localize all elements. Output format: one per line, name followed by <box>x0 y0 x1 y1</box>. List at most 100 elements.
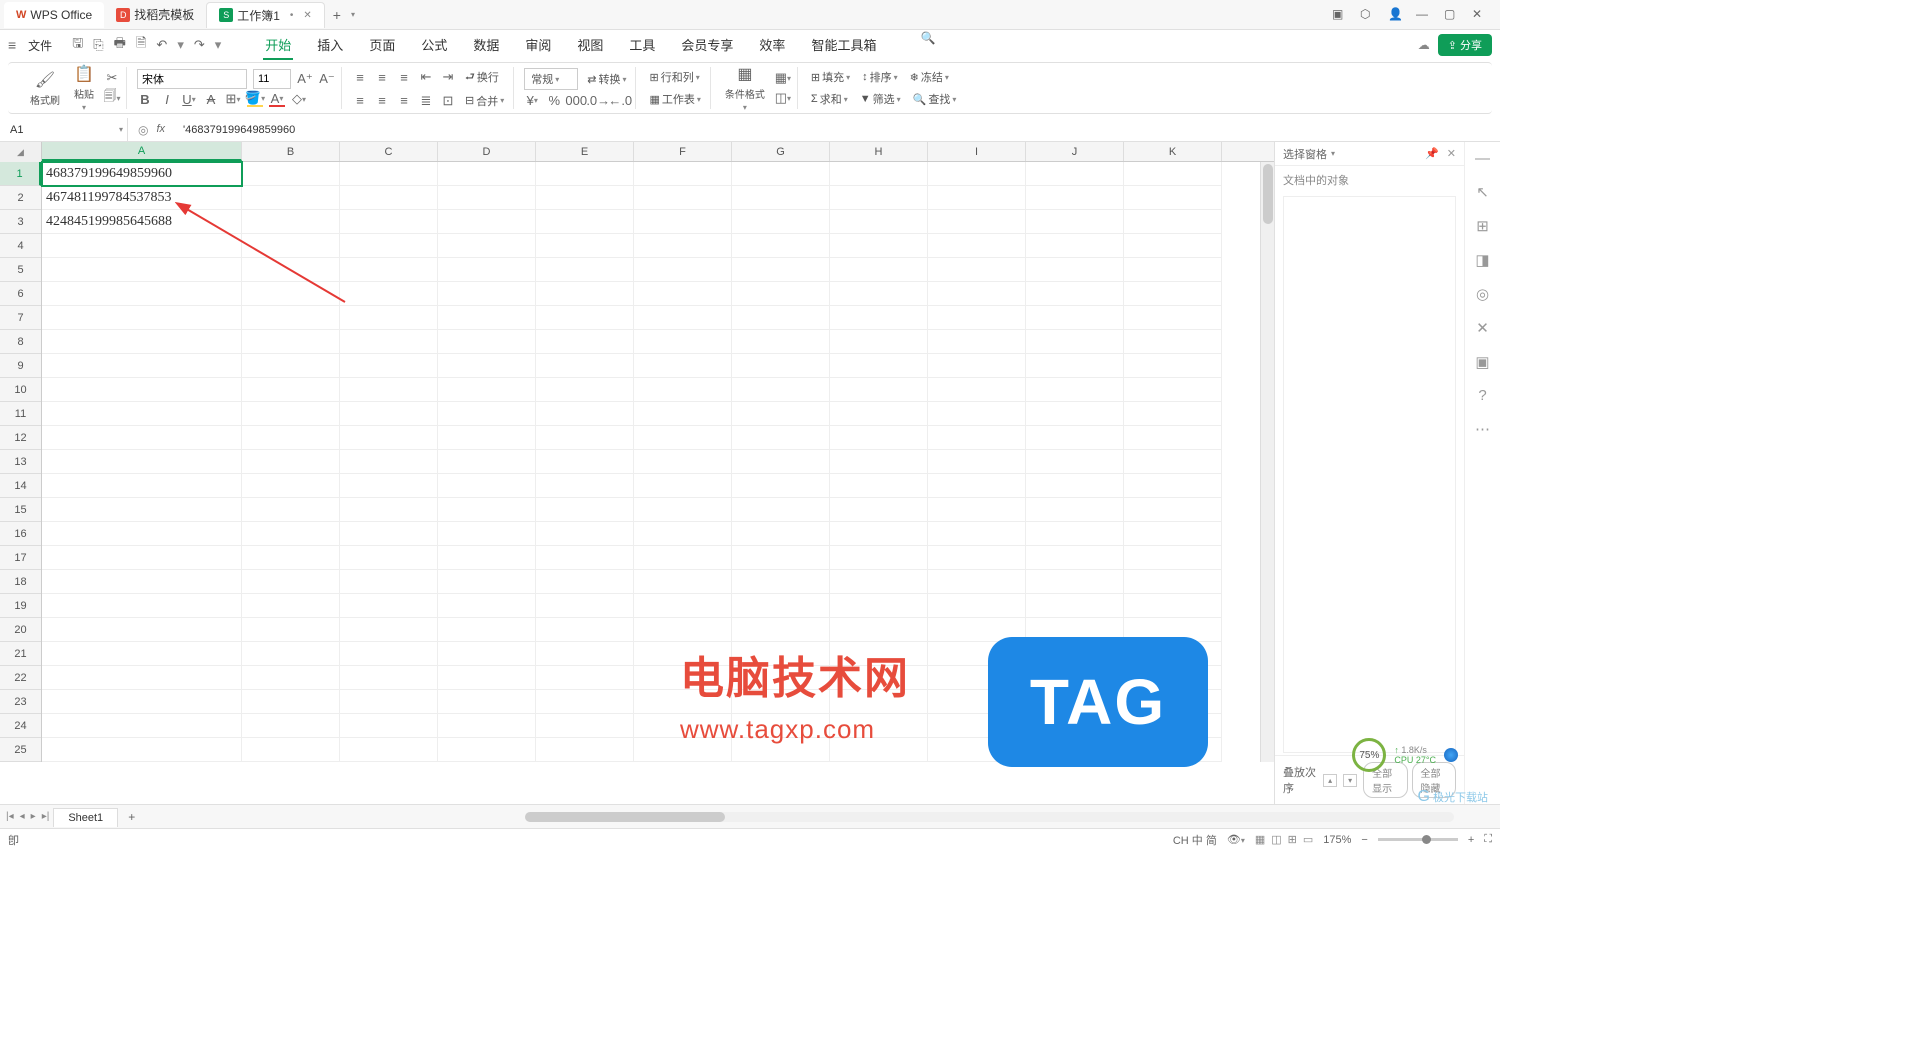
cell-H23[interactable] <box>830 690 928 714</box>
cell-B8[interactable] <box>242 330 340 354</box>
cell-J4[interactable] <box>1026 234 1124 258</box>
cell-C25[interactable] <box>340 738 438 762</box>
cell-B6[interactable] <box>242 282 340 306</box>
indent-decrease-icon[interactable]: ⇤ <box>418 69 434 85</box>
paste-button[interactable]: 📋粘贴▾ <box>70 62 98 114</box>
cell-K11[interactable] <box>1124 402 1222 426</box>
cell-D10[interactable] <box>438 378 536 402</box>
font-family-select[interactable] <box>137 69 247 89</box>
cell-F18[interactable] <box>634 570 732 594</box>
cell-D6[interactable] <box>438 282 536 306</box>
cell-C16[interactable] <box>340 522 438 546</box>
cell-A1[interactable]: 468379199649859960 <box>42 162 242 186</box>
move-up-icon[interactable]: ▴ <box>1323 774 1337 787</box>
cell-D9[interactable] <box>438 354 536 378</box>
col-header-K[interactable]: K <box>1124 142 1222 161</box>
cell-H1[interactable] <box>830 162 928 186</box>
cell-D3[interactable] <box>438 210 536 234</box>
more-icon[interactable]: ⋯ <box>1475 420 1490 438</box>
cell-E8[interactable] <box>536 330 634 354</box>
cell-G5[interactable] <box>732 258 830 282</box>
cell-C21[interactable] <box>340 642 438 666</box>
percent-icon[interactable]: % <box>546 92 562 108</box>
cell-E11[interactable] <box>536 402 634 426</box>
orientation-icon[interactable]: ⊡ <box>440 93 456 109</box>
row-header-1[interactable]: 1 <box>0 162 41 186</box>
cell-B1[interactable] <box>242 162 340 186</box>
cell-K14[interactable] <box>1124 474 1222 498</box>
cell-G12[interactable] <box>732 426 830 450</box>
cell-F12[interactable] <box>634 426 732 450</box>
row-header-11[interactable]: 11 <box>0 402 41 426</box>
view-page-icon[interactable]: ◫ <box>1271 833 1281 846</box>
trace-tool-icon[interactable]: ◎ <box>1476 285 1489 303</box>
cell-K19[interactable] <box>1124 594 1222 618</box>
cell-E2[interactable] <box>536 186 634 210</box>
menu-tab-start[interactable]: 开始 <box>263 31 293 60</box>
cell-G16[interactable] <box>732 522 830 546</box>
cell-H13[interactable] <box>830 450 928 474</box>
undo-icon[interactable]: ↶ <box>156 37 167 53</box>
cell-C10[interactable] <box>340 378 438 402</box>
cell-F23[interactable] <box>634 690 732 714</box>
cell-I16[interactable] <box>928 522 1026 546</box>
menu-tab-formula[interactable]: 公式 <box>419 31 449 60</box>
row-header-17[interactable]: 17 <box>0 546 41 570</box>
print-preview-icon[interactable]: 🗎 <box>136 34 146 56</box>
italic-icon[interactable]: I <box>159 91 175 107</box>
currency-icon[interactable]: ¥▾ <box>524 92 540 108</box>
sheet-next-icon[interactable]: ▸ <box>31 811 36 822</box>
vertical-scrollbar[interactable] <box>1260 162 1274 762</box>
cell-C2[interactable] <box>340 186 438 210</box>
cell-G2[interactable] <box>732 186 830 210</box>
cell-G7[interactable] <box>732 306 830 330</box>
strikethrough-icon[interactable]: A <box>203 91 219 107</box>
cell-G17[interactable] <box>732 546 830 570</box>
maximize-icon[interactable]: ▢ <box>1444 7 1460 23</box>
cell-H3[interactable] <box>830 210 928 234</box>
cell-E9[interactable] <box>536 354 634 378</box>
increase-font-icon[interactable]: A⁺ <box>297 71 313 87</box>
cell-E15[interactable] <box>536 498 634 522</box>
trace-icon[interactable]: ◎ <box>138 123 148 137</box>
cell-F4[interactable] <box>634 234 732 258</box>
cell-B18[interactable] <box>242 570 340 594</box>
fullscreen-icon[interactable]: ⛶ <box>1484 833 1492 846</box>
cell-G9[interactable] <box>732 354 830 378</box>
save-icon[interactable]: 🖫 <box>72 34 83 56</box>
cell-A15[interactable] <box>42 498 242 522</box>
cell-K4[interactable] <box>1124 234 1222 258</box>
tab-workbook[interactable]: S 工作簿1 • ✕ <box>206 2 325 28</box>
merge-button[interactable]: ⊟ 合并▾ <box>462 91 507 111</box>
cell-F25[interactable] <box>634 738 732 762</box>
cell-F14[interactable] <box>634 474 732 498</box>
cell-B21[interactable] <box>242 642 340 666</box>
cell-A23[interactable] <box>42 690 242 714</box>
align-left-icon[interactable]: ≡ <box>352 93 368 109</box>
cell-A17[interactable] <box>42 546 242 570</box>
cell-E17[interactable] <box>536 546 634 570</box>
cell-B4[interactable] <box>242 234 340 258</box>
cell-E10[interactable] <box>536 378 634 402</box>
cell-B14[interactable] <box>242 474 340 498</box>
cell-A4[interactable] <box>42 234 242 258</box>
cell-I8[interactable] <box>928 330 1026 354</box>
print-icon[interactable]: 🖶 <box>114 34 126 56</box>
cell-I11[interactable] <box>928 402 1026 426</box>
cell-J12[interactable] <box>1026 426 1124 450</box>
cell-H18[interactable] <box>830 570 928 594</box>
redo-icon[interactable]: ↷ <box>194 37 205 53</box>
cell-H21[interactable] <box>830 642 928 666</box>
cell-G21[interactable] <box>732 642 830 666</box>
cell-C23[interactable] <box>340 690 438 714</box>
cell-B2[interactable] <box>242 186 340 210</box>
cell-E24[interactable] <box>536 714 634 738</box>
cell-D24[interactable] <box>438 714 536 738</box>
export-icon[interactable]: ⎘ <box>93 37 103 53</box>
decrease-font-icon[interactable]: A⁻ <box>319 71 335 87</box>
sheet-prev-icon[interactable]: ◂ <box>20 811 25 822</box>
horizontal-scrollbar[interactable] <box>525 812 1454 822</box>
cell-C4[interactable] <box>340 234 438 258</box>
formula-input[interactable]: '468379199649859960 <box>175 124 1500 136</box>
cell-F5[interactable] <box>634 258 732 282</box>
